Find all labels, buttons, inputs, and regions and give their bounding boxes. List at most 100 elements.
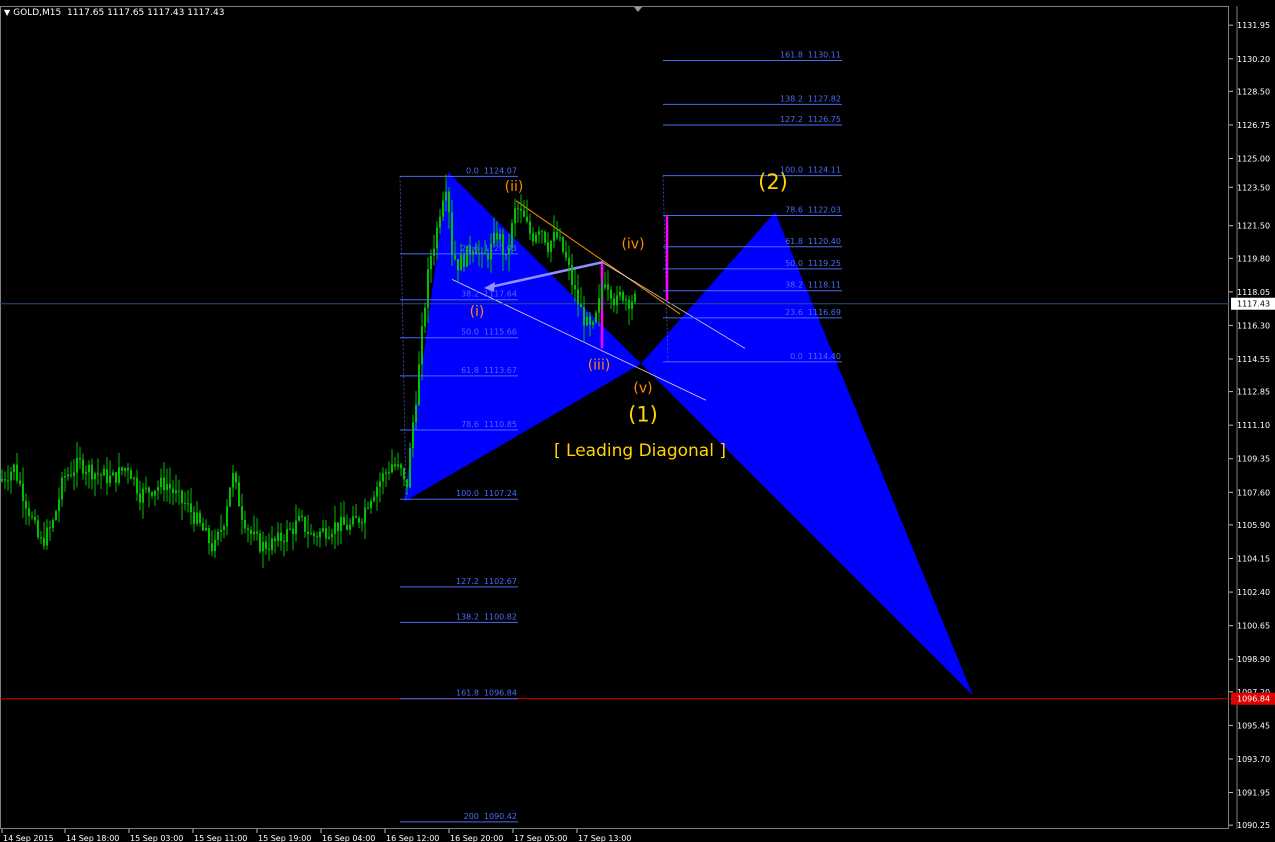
fibo-right-level-label: 61.8 1120.40: [785, 237, 841, 246]
price-tick-label: 1128.50: [1237, 87, 1270, 96]
candle-body: [133, 477, 135, 479]
candle-body: [157, 487, 159, 491]
fibo-left-level-label: 161.8 1096.84: [456, 689, 517, 698]
fibo-left-level-price: 1124.07: [484, 166, 517, 175]
candle-body: [52, 520, 54, 528]
plot-frame: [0, 6, 1229, 829]
shift-marker-icon[interactable]: [634, 7, 642, 12]
fibo-left-level-percent: 78.6: [461, 420, 479, 429]
candle-body: [247, 528, 249, 530]
candle-body: [121, 467, 123, 471]
candle-body: [427, 269, 429, 308]
candle-body: [556, 231, 558, 238]
fibo-right-level-price: 1116.69: [808, 308, 841, 317]
price-tick-label: 1111.10: [1237, 421, 1270, 430]
candle-body: [460, 254, 462, 271]
candle-body: [235, 472, 237, 483]
candle-body: [91, 464, 93, 480]
candle-body: [109, 475, 111, 484]
candle-body: [286, 528, 288, 543]
candle-body: [592, 322, 594, 325]
candle-body: [190, 503, 192, 513]
fibo-right-level-price: 1126.75: [808, 115, 841, 124]
fibo-right-level-percent: 161.8: [780, 50, 803, 59]
candle-body: [385, 472, 387, 474]
candle-body: [400, 464, 402, 469]
candle-body: [85, 472, 87, 474]
candle-body: [181, 490, 183, 503]
fibo-right-level-percent: 138.2: [780, 94, 803, 103]
fibo-left-level-price: 1113.67: [484, 366, 517, 375]
wave-label-minor: (i): [470, 304, 485, 320]
price-tick-label: 1123.50: [1237, 183, 1270, 192]
fibo-left-level-price: 1107.24: [484, 489, 517, 498]
fibo-right-level-label: 23.6 1116.69: [785, 308, 841, 317]
candle-body: [292, 528, 294, 534]
wave-label-minor: (iv): [621, 237, 644, 253]
candle-body: [118, 467, 120, 483]
time-tick-label: 16 Sep 20:00: [450, 834, 503, 842]
candle-body: [142, 488, 144, 503]
fibo-right-level-label: 100.0 1124.11: [780, 166, 841, 175]
fibo-left-level-label: 38.2 1117.64: [461, 290, 517, 299]
candle-body: [544, 231, 546, 243]
candle-body: [22, 483, 24, 502]
candle-body: [310, 533, 312, 535]
candle-body: [481, 252, 483, 254]
price-tick-label: 1109.35: [1237, 455, 1270, 464]
fibo-right-level-label: 78.6 1122.03: [785, 205, 841, 214]
price-chart[interactable]: 0.0 1124.07 23.6 1120.03 38.2 1117.64 50.0 1115…: [0, 0, 1275, 842]
candle-body: [430, 255, 432, 270]
price-tick-label: 1119.80: [1237, 254, 1270, 263]
candle-body: [403, 468, 405, 480]
candle-body: [61, 477, 63, 500]
candle-body: [175, 490, 177, 494]
fibo-right-level-label: 0.0 1114.40: [790, 352, 841, 361]
candle-body: [283, 540, 285, 543]
fibo-left-level-label: 23.6 1120.03: [461, 244, 517, 253]
candle-body: [613, 298, 615, 306]
candle-body: [577, 289, 579, 305]
candle-body: [580, 304, 582, 308]
fibo-left-level-label: 61.8 1113.67: [461, 366, 517, 375]
time-tick-label: 15 Sep 19:00: [258, 834, 311, 842]
candle-body: [526, 216, 528, 222]
candle-body: [130, 470, 132, 479]
candle-body: [166, 484, 168, 491]
candle-body: [73, 472, 75, 476]
candle-body: [334, 522, 336, 534]
candle-body: [391, 464, 393, 473]
fibo-left-level-percent: 0.0: [466, 166, 479, 175]
price-tick-label: 1095.45: [1237, 721, 1270, 730]
fibo-right-level-label: 138.2 1127.82: [780, 94, 841, 103]
time-tick-label: 15 Sep 11:00: [194, 834, 247, 842]
candle-body: [313, 533, 315, 537]
candle-body: [538, 231, 540, 235]
candle-body: [439, 216, 441, 228]
candle-body: [136, 477, 138, 494]
candle-body: [232, 472, 234, 488]
candle-body: [373, 496, 375, 501]
candle-body: [487, 253, 489, 260]
candle-body: [424, 307, 426, 327]
candle-body: [559, 237, 561, 239]
candle-body: [496, 232, 498, 240]
candle-body: [448, 191, 450, 213]
price-tick-label: 1091.95: [1237, 789, 1270, 798]
candle-body: [421, 326, 423, 365]
candle-body: [112, 472, 114, 476]
candle-body: [259, 533, 261, 552]
candle-body: [361, 522, 363, 524]
fibo-right-level-percent: 23.6: [785, 308, 803, 317]
candle-body: [382, 473, 384, 482]
candle-body: [151, 492, 153, 496]
candle-body: [517, 208, 519, 210]
candle-body: [154, 490, 156, 496]
candle-body: [625, 299, 627, 301]
candle-body: [76, 457, 78, 473]
candle-body: [409, 448, 411, 488]
candle-body: [505, 254, 507, 256]
candle-body: [127, 468, 129, 471]
candle-body: [406, 479, 408, 488]
fibo-right-level-price: 1127.82: [808, 94, 841, 103]
